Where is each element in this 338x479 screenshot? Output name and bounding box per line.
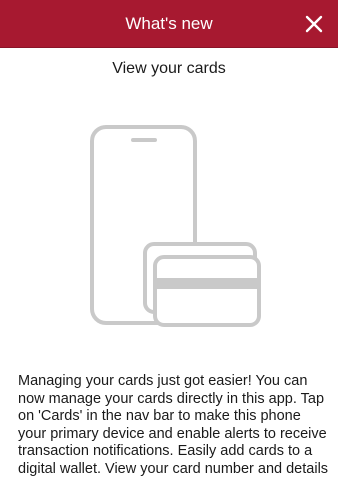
phone-with-card-icon — [90, 125, 261, 327]
header-bar: What's new — [0, 0, 338, 48]
close-button[interactable] — [298, 8, 330, 40]
page-title: View your cards — [112, 60, 226, 77]
close-icon — [305, 15, 323, 33]
description-text: Managing your cards just got easier! You… — [18, 373, 329, 477]
header-title: What's new — [125, 14, 213, 33]
